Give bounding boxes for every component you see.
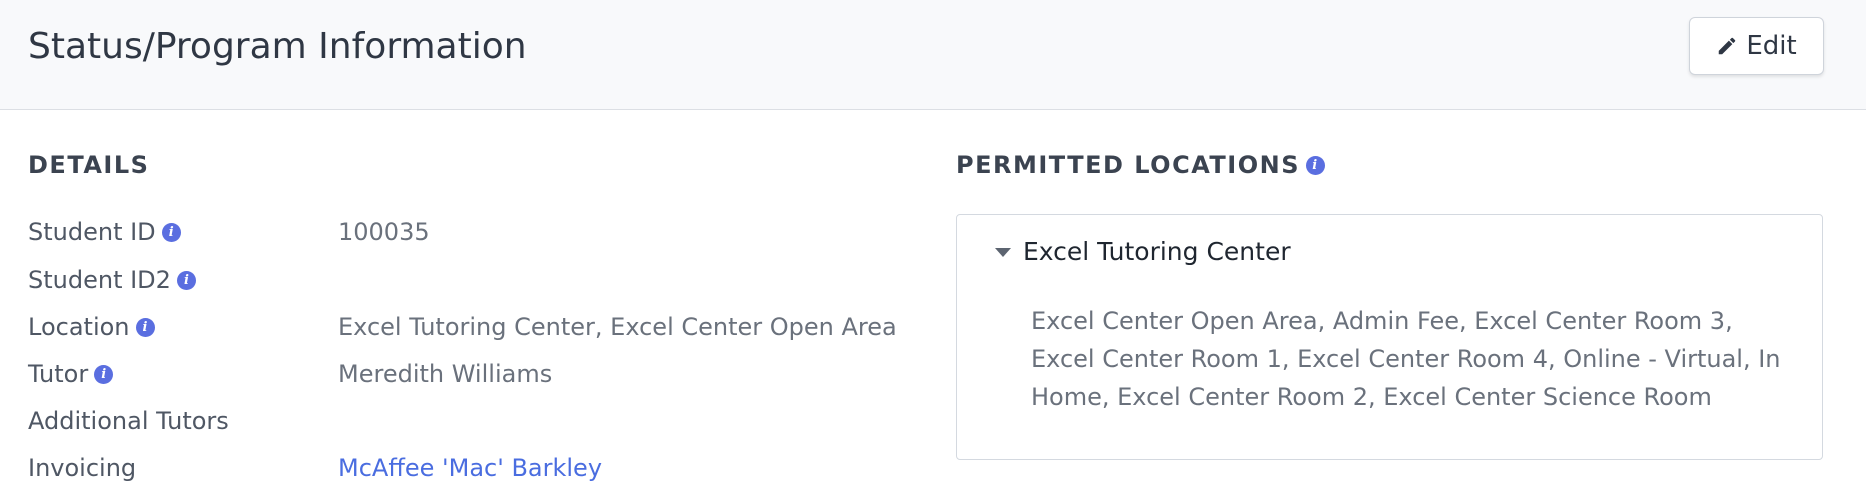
info-icon[interactable]: i — [1305, 155, 1325, 175]
info-icon[interactable]: i — [176, 270, 196, 290]
caret-down-icon — [995, 247, 1011, 257]
info-icon[interactable]: i — [161, 222, 181, 242]
info-icon[interactable]: i — [135, 317, 155, 337]
location-group-name: Excel Tutoring Center — [1023, 237, 1291, 266]
tutor-label: Tutor i — [28, 358, 114, 390]
page-title: Status/Program Information — [28, 26, 527, 67]
invoicing-label: Invoicing — [28, 454, 137, 482]
page-header: Status/Program Information Edit — [0, 0, 1866, 110]
page: Status/Program Information Edit DETAILS … — [0, 0, 1866, 494]
location-group-toggle[interactable]: Excel Tutoring Center — [995, 235, 1291, 269]
permitted-locations-heading: PERMITTED LOCATIONS i — [956, 150, 1325, 180]
tutor-value: Meredith Williams — [338, 360, 553, 388]
location-value: Excel Tutoring Center, Excel Center Open… — [338, 313, 897, 341]
location-group-list: Excel Center Open Area, Admin Fee, Excel… — [1031, 307, 1781, 411]
details-heading: DETAILS — [28, 151, 150, 179]
permitted-locations-card: Excel Tutoring Center Excel Center Open … — [956, 214, 1823, 460]
invoicing-link[interactable]: McAffee 'Mac' Barkley — [338, 452, 602, 484]
edit-button-label: Edit — [1746, 31, 1797, 61]
additional-tutors-label: Additional Tutors — [28, 407, 229, 435]
student-id-value: 100035 — [338, 218, 430, 246]
student-id-label: Student ID i — [28, 216, 181, 248]
edit-button[interactable]: Edit — [1689, 17, 1824, 75]
pencil-icon — [1716, 35, 1738, 57]
student-id2-label: Student ID2 i — [28, 264, 196, 296]
info-icon[interactable]: i — [94, 364, 114, 384]
location-label: Location i — [28, 311, 155, 343]
